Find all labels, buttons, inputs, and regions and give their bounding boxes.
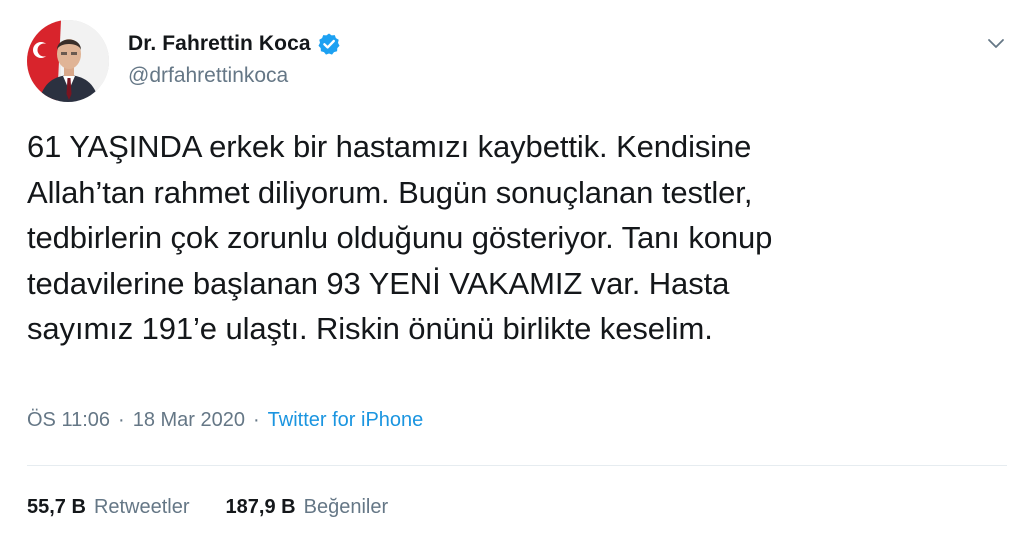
likes-stat[interactable]: 187,9 B Beğeniler xyxy=(226,496,389,519)
meta-separator: · xyxy=(253,409,260,431)
tweet-time[interactable]: ÖS 11:06 xyxy=(27,409,110,432)
tweet-date[interactable]: 18 Mar 2020 xyxy=(133,409,245,432)
retweets-label: Retweetler xyxy=(93,496,190,518)
tweet-meta: ÖS 11:06 · 18 Mar 2020 · Twitter for iPh… xyxy=(27,409,423,432)
retweets-count: 55,7 B xyxy=(27,496,86,518)
tweet-card: Dr. Fahrettin Koca @drfahrettinkoca 61 Y… xyxy=(0,0,1024,548)
display-name-row: Dr. Fahrettin Koca xyxy=(128,30,341,58)
tweet-header: Dr. Fahrettin Koca @drfahrettinkoca xyxy=(27,20,1007,104)
tweet-stats: 55,7 B Retweetler 187,9 B Beğeniler xyxy=(27,496,388,519)
meta-separator: · xyxy=(118,409,125,431)
likes-label: Beğeniler xyxy=(303,496,389,518)
user-handle[interactable]: @drfahrettinkoca xyxy=(128,64,341,88)
author-names: Dr. Fahrettin Koca @drfahrettinkoca xyxy=(128,30,341,88)
tweet-text: 61 YAŞINDA erkek bir hastamızı kaybettik… xyxy=(27,129,773,346)
avatar[interactable] xyxy=(27,20,109,102)
divider xyxy=(27,465,1007,466)
likes-count: 187,9 B xyxy=(225,496,296,518)
chevron-down-icon[interactable] xyxy=(985,32,1007,54)
avatar-photo xyxy=(27,20,109,102)
retweets-stat[interactable]: 55,7 B Retweetler xyxy=(27,496,190,519)
display-name[interactable]: Dr. Fahrettin Koca xyxy=(128,32,311,56)
verified-badge-icon xyxy=(317,32,341,56)
tweet-source-link[interactable]: Twitter for iPhone xyxy=(268,409,424,432)
